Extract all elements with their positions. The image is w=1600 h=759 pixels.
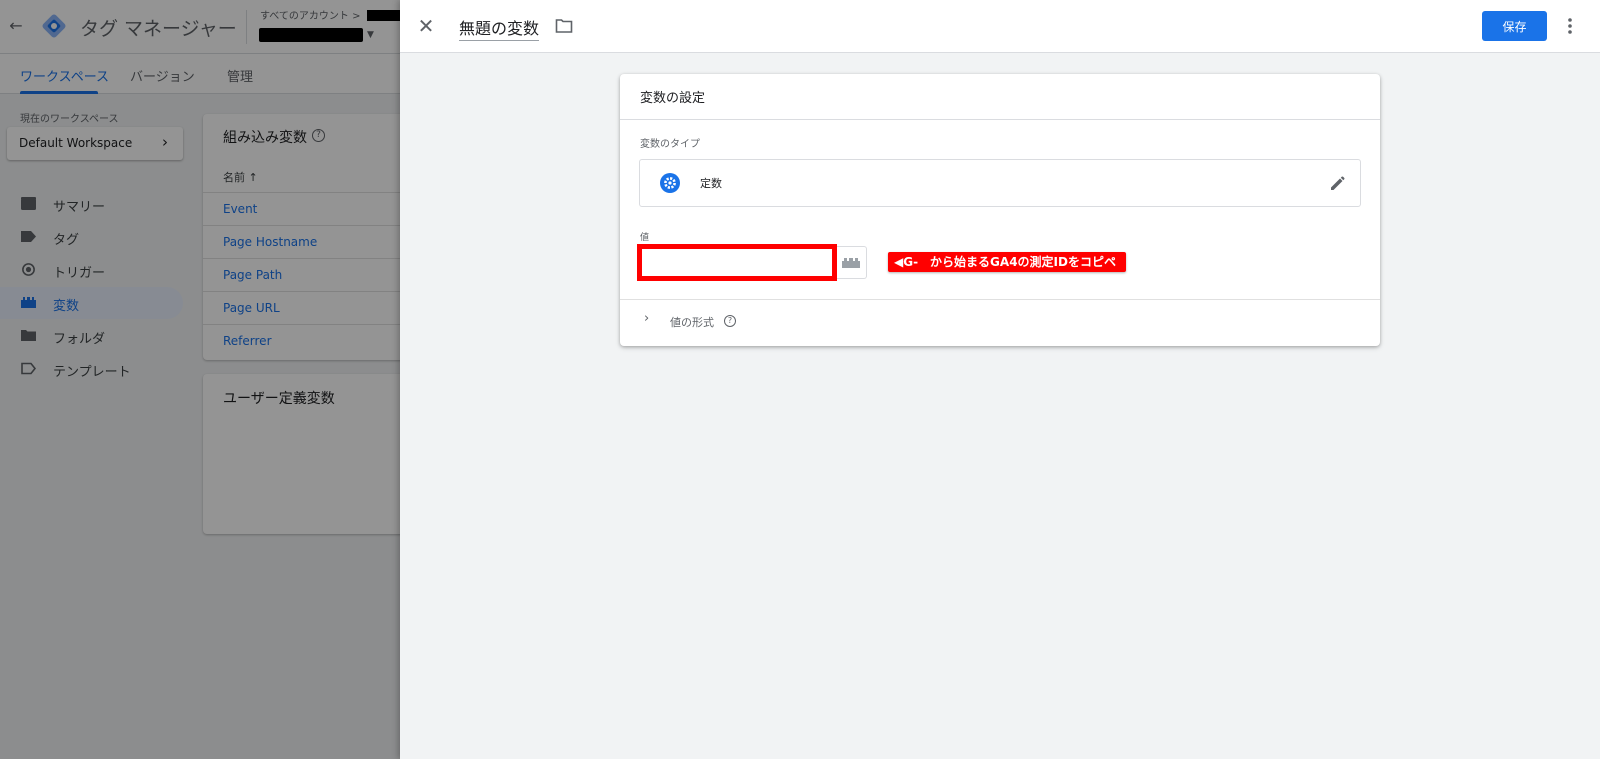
annotation-callout: ◀G- から始まるGA4の測定IDをコピペ xyxy=(888,252,1126,272)
variable-editor-panel: ✕ 無題の変数 保存 変数の設定 変数のタイプ 定数 値 ◀G- から始まるGA… xyxy=(400,0,1600,759)
variable-name-field[interactable]: 無題の変数 xyxy=(459,15,540,41)
config-title: 変数の設定 xyxy=(640,91,706,106)
divider xyxy=(620,119,1380,120)
divider xyxy=(620,299,1380,300)
value-input[interactable] xyxy=(637,244,837,281)
more-vert-icon[interactable] xyxy=(1564,13,1576,39)
variable-type-name: 定数 xyxy=(700,177,722,190)
variable-type-selector[interactable]: 定数 xyxy=(639,159,1361,207)
variable-type-label: 変数のタイプ xyxy=(640,139,700,150)
variable-config-card: 変数の設定 変数のタイプ 定数 値 ◀G- から始まるGA4の測定IDをコピペ … xyxy=(620,74,1380,346)
save-button[interactable]: 保存 xyxy=(1482,11,1547,41)
chevron-right-icon[interactable]: › xyxy=(644,311,649,326)
editor-header: ✕ 無題の変数 保存 xyxy=(400,0,1600,53)
edit-pencil-icon[interactable] xyxy=(1329,174,1347,192)
close-icon[interactable]: ✕ xyxy=(414,14,438,38)
variable-brick-icon xyxy=(842,258,860,268)
folder-icon[interactable] xyxy=(555,18,573,34)
value-label: 値 xyxy=(640,233,650,243)
constant-gear-icon xyxy=(660,173,680,193)
modal-scrim[interactable] xyxy=(0,0,400,759)
help-icon[interactable]: ? xyxy=(724,315,736,327)
variable-picker-button[interactable] xyxy=(837,246,867,279)
value-format-toggle[interactable]: 値の形式 xyxy=(670,314,714,330)
